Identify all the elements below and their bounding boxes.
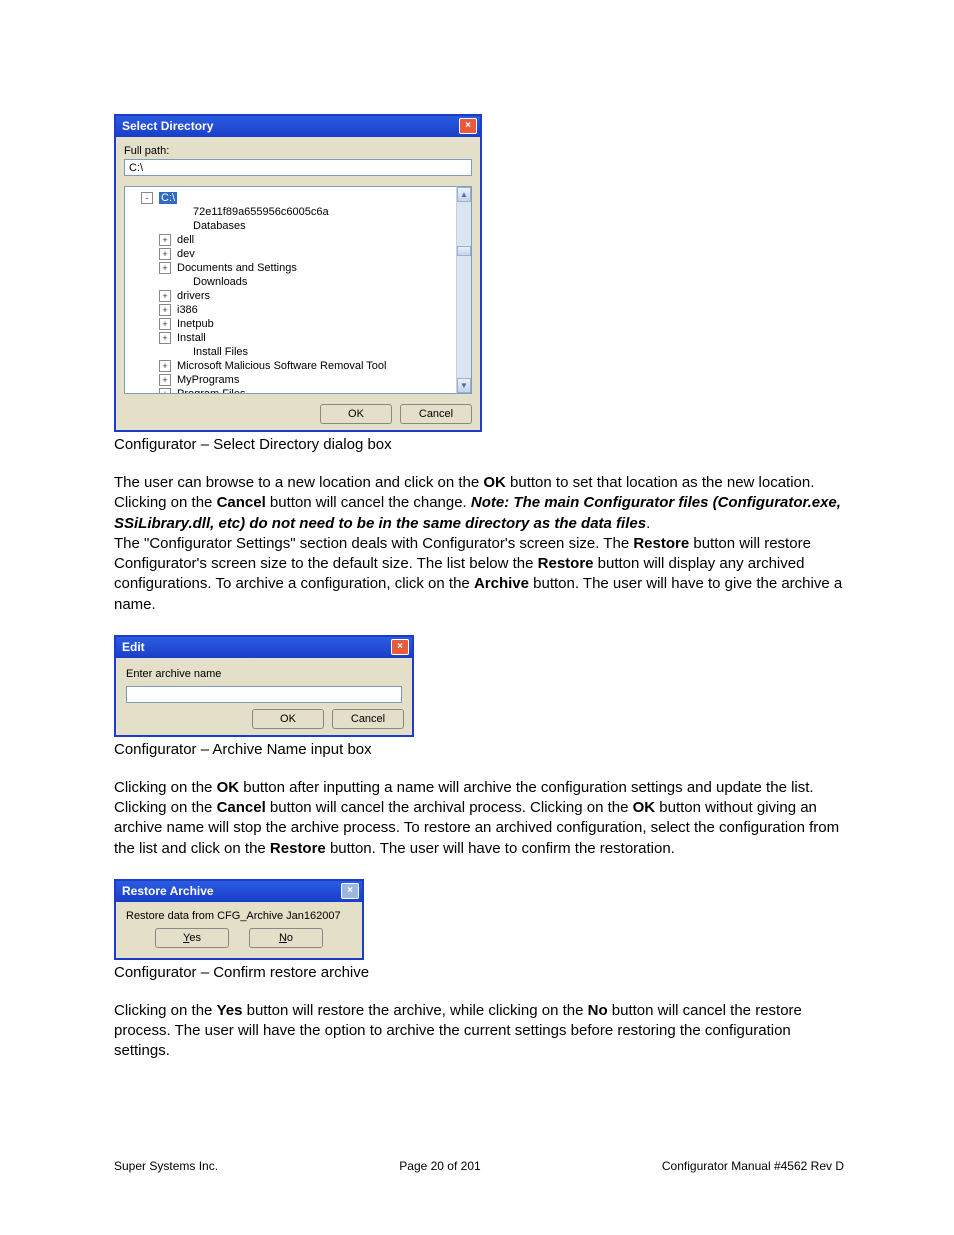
- tree-node-label: MyPrograms: [177, 374, 239, 386]
- page-footer: Super Systems Inc. Page 20 of 201 Config…: [114, 1159, 844, 1173]
- dialog2-caption: Configurator – Archive Name input box: [114, 741, 844, 758]
- tree-node[interactable]: + i386: [131, 303, 456, 317]
- tree-node[interactable]: + dell: [131, 233, 456, 247]
- expand-icon[interactable]: +: [159, 318, 171, 330]
- dialog1-caption: Configurator – Select Directory dialog b…: [114, 436, 844, 453]
- tree-node-label: Documents and Settings: [177, 262, 297, 274]
- cancel-button[interactable]: Cancel: [400, 404, 472, 424]
- close-icon[interactable]: ×: [459, 118, 477, 134]
- tree-node-label: Downloads: [193, 276, 247, 288]
- close-icon: ×: [341, 883, 359, 899]
- footer-right: Configurator Manual #4562 Rev D: [662, 1159, 844, 1173]
- tree-node-label: drivers: [177, 290, 210, 302]
- tree-spacer: [177, 347, 187, 357]
- no-button[interactable]: No: [249, 928, 323, 948]
- tree-spacer: [177, 207, 187, 217]
- tree-node[interactable]: -C:\: [131, 191, 456, 205]
- tree-node[interactable]: Install Files: [131, 345, 456, 359]
- tree-spacer: [177, 221, 187, 231]
- edit-title: Edit: [122, 640, 145, 654]
- full-path-input[interactable]: [124, 159, 472, 176]
- footer-left: Super Systems Inc.: [114, 1159, 218, 1173]
- tree-node-label: Install: [177, 332, 206, 344]
- tree-node[interactable]: Downloads: [131, 275, 456, 289]
- select-directory-dialog: Select Directory × Full path: -C:\72e11f…: [114, 114, 482, 432]
- archive-name-label: Enter archive name: [126, 668, 402, 680]
- restore-archive-dialog: Restore Archive × Restore data from CFG_…: [114, 879, 364, 960]
- tree-node[interactable]: Databases: [131, 219, 456, 233]
- footer-center: Page 20 of 201: [399, 1159, 480, 1173]
- scroll-down-icon[interactable]: ▼: [457, 378, 471, 393]
- ok-button[interactable]: OK: [252, 709, 324, 729]
- yes-button[interactable]: Yes: [155, 928, 229, 948]
- expand-icon[interactable]: +: [159, 360, 171, 372]
- tree-node-label: Program Files: [177, 388, 245, 394]
- tree-node[interactable]: + Microsoft Malicious Software Removal To…: [131, 359, 456, 373]
- expand-icon[interactable]: +: [159, 234, 171, 246]
- ok-button[interactable]: OK: [320, 404, 392, 424]
- tree-node[interactable]: + Inetpub: [131, 317, 456, 331]
- expand-icon[interactable]: +: [159, 248, 171, 260]
- tree-node-label: C:\: [159, 192, 177, 204]
- full-path-label: Full path:: [124, 145, 472, 157]
- tree-node[interactable]: + Program Files: [131, 387, 456, 394]
- tree-node[interactable]: + dev: [131, 247, 456, 261]
- tree-node[interactable]: + Documents and Settings: [131, 261, 456, 275]
- dialog3-caption: Configurator – Confirm restore archive: [114, 964, 844, 981]
- cancel-button[interactable]: Cancel: [332, 709, 404, 729]
- tree-node-label: Inetpub: [177, 318, 214, 330]
- tree-node-label: dev: [177, 248, 195, 260]
- expand-icon[interactable]: +: [159, 374, 171, 386]
- tree-spacer: [177, 277, 187, 287]
- edit-archive-dialog: Edit × Enter archive name OK Cancel: [114, 635, 414, 737]
- tree-node-label: i386: [177, 304, 198, 316]
- tree-node[interactable]: + Install: [131, 331, 456, 345]
- tree-scrollbar[interactable]: ▲ ▼: [456, 186, 472, 394]
- archive-name-input[interactable]: [126, 686, 402, 703]
- select-directory-titlebar[interactable]: Select Directory ×: [116, 116, 480, 137]
- scroll-thumb[interactable]: [457, 246, 471, 256]
- tree-node[interactable]: 72e11f89a655956c6005c6a: [131, 205, 456, 219]
- expand-icon[interactable]: +: [159, 262, 171, 274]
- expand-icon[interactable]: +: [159, 304, 171, 316]
- tree-node-label: Install Files: [193, 346, 248, 358]
- scroll-up-icon[interactable]: ▲: [457, 187, 471, 202]
- expand-icon[interactable]: +: [159, 332, 171, 344]
- tree-node-label: Databases: [193, 220, 246, 232]
- tree-node-label: Microsoft Malicious Software Removal Too…: [177, 360, 386, 372]
- edit-titlebar[interactable]: Edit ×: [116, 637, 412, 658]
- restore-titlebar[interactable]: Restore Archive ×: [116, 881, 362, 902]
- tree-node[interactable]: + drivers: [131, 289, 456, 303]
- tree-node[interactable]: + MyPrograms: [131, 373, 456, 387]
- expand-icon[interactable]: +: [159, 388, 171, 394]
- restore-message: Restore data from CFG_Archive Jan162007: [116, 902, 362, 926]
- expand-icon[interactable]: +: [159, 290, 171, 302]
- directory-tree[interactable]: -C:\72e11f89a655956c6005c6aDatabases+del…: [124, 186, 456, 394]
- paragraph-3: Clicking on the OK button after inputtin…: [114, 778, 844, 859]
- paragraph-1: The user can browse to a new location an…: [114, 473, 844, 615]
- restore-title: Restore Archive: [122, 884, 214, 898]
- tree-node-label: dell: [177, 234, 194, 246]
- tree-node-label: 72e11f89a655956c6005c6a: [193, 206, 329, 218]
- select-directory-title: Select Directory: [122, 119, 213, 133]
- collapse-icon[interactable]: -: [141, 192, 153, 204]
- paragraph-4: Clicking on the Yes button will restore …: [114, 1001, 844, 1062]
- close-icon[interactable]: ×: [391, 639, 409, 655]
